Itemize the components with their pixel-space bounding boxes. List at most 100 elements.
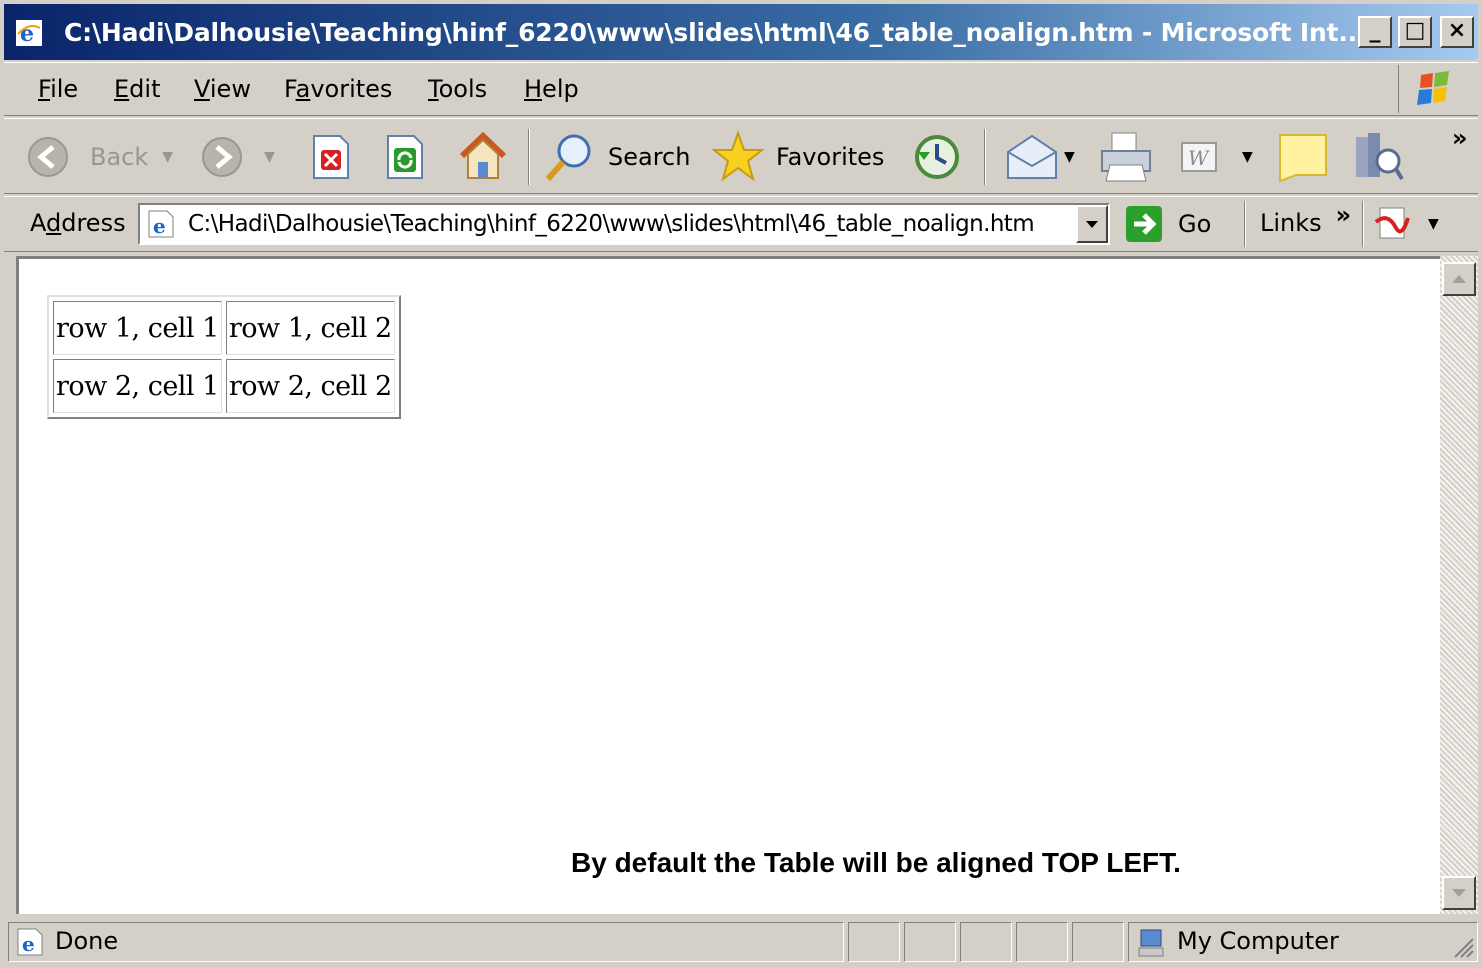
go-label: Go <box>1178 210 1212 238</box>
windows-flag-icon <box>1417 71 1449 105</box>
table-cell: row 1, cell 1 <box>53 301 222 355</box>
address-label-accel: d <box>46 209 62 237</box>
menu-file[interactable]: File <box>38 75 78 103</box>
status-panel <box>904 922 956 962</box>
window-title: C:\Hadi\Dalhousie\Teaching\hinf_6220\www… <box>64 18 1367 47</box>
menu-view-rest: iew <box>209 75 251 103</box>
vertical-scrollbar[interactable] <box>1440 256 1478 914</box>
status-panel <box>1072 922 1124 962</box>
status-panel-main: e Done <box>8 922 844 962</box>
menu-favorites-accel: a <box>295 75 311 103</box>
ie-icon: e <box>16 20 42 46</box>
menu-help-rest: elp <box>542 75 579 103</box>
address-label-pre: A <box>30 209 46 237</box>
refresh-button[interactable] <box>384 129 426 185</box>
menu-edit[interactable]: Edit <box>114 75 160 103</box>
table-row: row 2, cell 1 row 2, cell 2 <box>53 359 395 413</box>
acrobat-button[interactable]: ▼ <box>1372 203 1439 245</box>
menu-tools-rest: ools <box>438 75 488 103</box>
menu-view[interactable]: View <box>194 75 251 103</box>
browser-window: e C:\Hadi\Dalhousie\Teaching\hinf_6220\w… <box>0 0 1482 968</box>
address-value: C:\Hadi\Dalhousie\Teaching\hinf_6220\www… <box>188 211 1035 237</box>
links-button[interactable]: Links » <box>1260 201 1351 237</box>
go-arrow-icon <box>1126 206 1162 242</box>
favorites-label: Favorites <box>776 143 885 171</box>
address-dropdown-button[interactable] <box>1076 205 1108 243</box>
research-icon <box>1356 133 1404 181</box>
menu-view-accel: V <box>194 75 210 103</box>
standard-toolbar: Back ▼ ▼ Search Favorites ▼ W ▼ » <box>4 118 1478 194</box>
status-panel <box>848 922 900 962</box>
toolbar-separator <box>528 129 530 185</box>
edit-button[interactable]: W ▼ <box>1178 129 1253 185</box>
table-cell: row 2, cell 2 <box>225 359 395 413</box>
status-panel <box>960 922 1012 962</box>
svg-text:e: e <box>153 214 166 238</box>
print-button[interactable] <box>1096 129 1156 185</box>
history-button[interactable] <box>910 129 964 185</box>
print-icon <box>1101 132 1151 182</box>
back-dropdown-icon[interactable]: ▼ <box>162 149 173 165</box>
favorites-icon <box>711 129 765 182</box>
address-separator <box>1362 201 1364 247</box>
scroll-up-arrow-icon <box>1452 275 1466 283</box>
home-icon <box>459 132 507 179</box>
menu-help[interactable]: Help <box>524 75 579 103</box>
forward-dropdown-icon[interactable]: ▼ <box>264 149 275 165</box>
acrobat-dropdown-icon[interactable]: ▼ <box>1428 216 1439 232</box>
windows-logo <box>1398 65 1472 113</box>
address-input[interactable]: e C:\Hadi\Dalhousie\Teaching\hinf_6220\w… <box>138 203 1110 245</box>
status-text: Done <box>55 927 119 955</box>
address-separator <box>1244 201 1246 247</box>
menu-file-rest: ile <box>50 75 79 103</box>
stop-icon <box>313 135 349 179</box>
scroll-down-button[interactable] <box>1442 876 1476 910</box>
menu-favorites[interactable]: Favorites <box>284 75 392 103</box>
menu-file-accel: F <box>38 75 51 103</box>
close-button[interactable]: × <box>1440 16 1474 48</box>
minimize-button[interactable]: _ <box>1358 16 1392 48</box>
back-button[interactable]: Back ▼ <box>26 129 173 185</box>
menu-tools[interactable]: Tools <box>428 75 487 103</box>
mail-button[interactable]: ▼ <box>1002 129 1075 185</box>
search-button[interactable]: Search <box>542 129 690 185</box>
svg-text:W: W <box>1188 146 1210 170</box>
maximize-button[interactable]: □ <box>1398 16 1432 48</box>
svg-text:e: e <box>22 932 35 956</box>
home-button[interactable] <box>456 129 510 185</box>
status-panel <box>1016 922 1068 962</box>
refresh-icon <box>387 135 423 179</box>
forward-button[interactable]: ▼ <box>200 129 275 185</box>
links-label: Links <box>1260 209 1322 237</box>
my-computer-icon <box>1138 929 1164 957</box>
discuss-icon <box>1279 134 1327 183</box>
toolbar-overflow-chevron[interactable]: » <box>1452 123 1468 153</box>
discuss-button[interactable] <box>1276 129 1332 185</box>
address-label-rest: dress <box>61 209 126 237</box>
mail-icon <box>1007 134 1057 179</box>
menu-bar: File Edit View Favorites Tools Help <box>4 62 1478 116</box>
scroll-up-button[interactable] <box>1442 262 1476 296</box>
title-bar[interactable]: e C:\Hadi\Dalhousie\Teaching\hinf_6220\w… <box>4 4 1478 60</box>
menu-favorites-rest: vorites <box>310 75 393 103</box>
mail-dropdown-icon[interactable]: ▼ <box>1064 149 1075 165</box>
go-button[interactable]: Go <box>1124 203 1211 245</box>
links-chevron: » <box>1335 201 1352 229</box>
menu-tools-accel: T <box>428 75 439 103</box>
table-cell: row 2, cell 1 <box>53 359 222 413</box>
research-button[interactable] <box>1350 129 1406 185</box>
zone-text: My Computer <box>1177 927 1339 955</box>
svg-text:e: e <box>20 21 34 46</box>
search-label: Search <box>608 143 691 171</box>
scroll-down-arrow-icon <box>1452 889 1466 897</box>
favorites-button[interactable]: Favorites <box>710 129 884 185</box>
table-row: row 1, cell 1 row 1, cell 2 <box>53 301 395 355</box>
stop-button[interactable] <box>310 129 352 185</box>
menu-favorites-pre: F <box>284 75 296 103</box>
page-done-icon: e <box>17 928 43 956</box>
page-viewport: row 1, cell 1 row 1, cell 2 row 2, cell … <box>16 256 1440 914</box>
slide-caption: By default the Table will be aligned TOP… <box>571 847 1181 878</box>
edit-dropdown-icon[interactable]: ▼ <box>1242 149 1253 165</box>
page-icon: e <box>148 210 174 238</box>
resize-grip-icon[interactable] <box>1451 935 1475 959</box>
